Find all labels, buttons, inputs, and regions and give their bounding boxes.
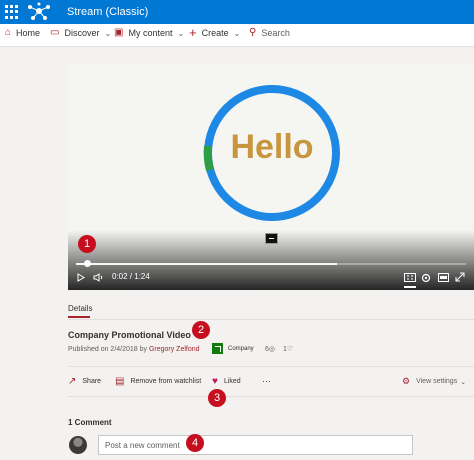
callout-badge: 2: [192, 321, 210, 339]
view-settings-button[interactable]: ⚙ View settings ⌄: [402, 376, 466, 387]
nav-create-label: Create: [201, 28, 229, 38]
home-icon: ⌂: [5, 27, 12, 38]
view-settings-label: View settings: [416, 378, 458, 385]
remove-from-watchlist-label: Remove from watchlist: [130, 378, 202, 385]
published-text: Published on 2/4/2018 by: [68, 346, 149, 353]
app-header: Stream (Classic): [0, 0, 474, 24]
nav-bar: ⌂ Home ▭ Discover ⌄ ▣ My content ⌄ + Cre…: [0, 24, 474, 47]
video-player[interactable]: Hello 0:02 / 1:24: [68, 64, 474, 290]
share-button[interactable]: ↗ Share: [68, 376, 101, 387]
search-icon: ⚲: [249, 27, 257, 38]
playback-time: 0:02 / 1:24: [112, 272, 150, 281]
callout-badge: 3: [208, 389, 226, 407]
seek-bar[interactable]: [76, 263, 466, 265]
nav-my-content[interactable]: ▣ My content ⌄: [114, 27, 185, 39]
my-content-icon: ▣: [114, 27, 124, 38]
nav-home[interactable]: ⌂ Home: [5, 27, 41, 39]
nav-home-label: Home: [16, 28, 41, 38]
chevron-down-icon: ⌄: [460, 378, 467, 386]
tab-details[interactable]: Details: [68, 304, 92, 313]
divider: [68, 366, 474, 367]
share-label: Share: [82, 378, 102, 385]
tab-details-indicator: [68, 316, 90, 318]
nav-discover-label: Discover: [64, 28, 100, 38]
divider: [68, 319, 474, 320]
app-title: Stream (Classic): [67, 6, 149, 18]
nav-search[interactable]: ⚲ Search: [249, 27, 290, 39]
view-count: 6◎: [265, 345, 275, 353]
callout-badge: 1: [78, 235, 96, 253]
nav-my-content-label: My content: [128, 28, 173, 38]
captions-active-indicator: [404, 286, 416, 288]
settings-gear-icon[interactable]: [421, 273, 431, 283]
watchlist-icon: ▤: [115, 376, 125, 387]
published-info: Published on 2/4/2018 by Gregory Zelfond: [68, 346, 200, 353]
nav-create[interactable]: + Create ⌄: [189, 25, 241, 40]
seek-bar-fill: [76, 263, 338, 265]
avatar: [69, 436, 87, 454]
theater-mode-icon[interactable]: [438, 273, 449, 282]
like-count: 1♡: [283, 345, 293, 353]
chevron-down-icon: ⌄: [104, 28, 112, 38]
share-icon: ↗: [68, 376, 77, 387]
plus-icon: +: [189, 25, 197, 40]
permission-label: Company: [228, 346, 254, 352]
comment-count: 1 Comment: [68, 418, 112, 427]
stream-logo-icon: [28, 2, 50, 20]
nav-search-label: Search: [261, 28, 290, 38]
subtitle-marker-icon: [265, 233, 278, 244]
seek-handle[interactable]: [83, 260, 91, 267]
comment-input[interactable]: [98, 435, 413, 455]
liked-label: Liked: [223, 378, 241, 385]
divider: [68, 396, 474, 397]
chevron-down-icon: ⌄: [177, 28, 185, 38]
eye-icon: ◎: [268, 346, 276, 353]
volume-icon[interactable]: [93, 273, 104, 282]
company-permission-icon: [212, 343, 223, 354]
author-link[interactable]: Gregory Zelfond: [149, 346, 200, 353]
heart-filled-icon: ♥: [212, 376, 218, 387]
remove-from-watchlist-button[interactable]: ▤ Remove from watchlist: [115, 376, 201, 387]
nav-discover[interactable]: ▭ Discover ⌄: [50, 27, 112, 39]
discover-icon: ▭: [50, 27, 60, 38]
video-frame-text: Hello: [230, 128, 314, 166]
more-options-button[interactable]: ···: [262, 376, 271, 386]
gear-icon: ⚙: [402, 376, 411, 386]
app-launcher-icon[interactable]: [5, 5, 19, 19]
play-icon[interactable]: [77, 273, 85, 282]
captions-icon[interactable]: [404, 273, 416, 282]
liked-button[interactable]: ♥ Liked: [212, 376, 241, 387]
video-title: Company Promotional Video: [68, 330, 191, 340]
fullscreen-icon[interactable]: [455, 272, 465, 282]
chevron-down-icon: ⌄: [233, 28, 241, 38]
heart-outline-icon: ♡: [286, 346, 294, 353]
callout-badge: 4: [186, 434, 204, 452]
